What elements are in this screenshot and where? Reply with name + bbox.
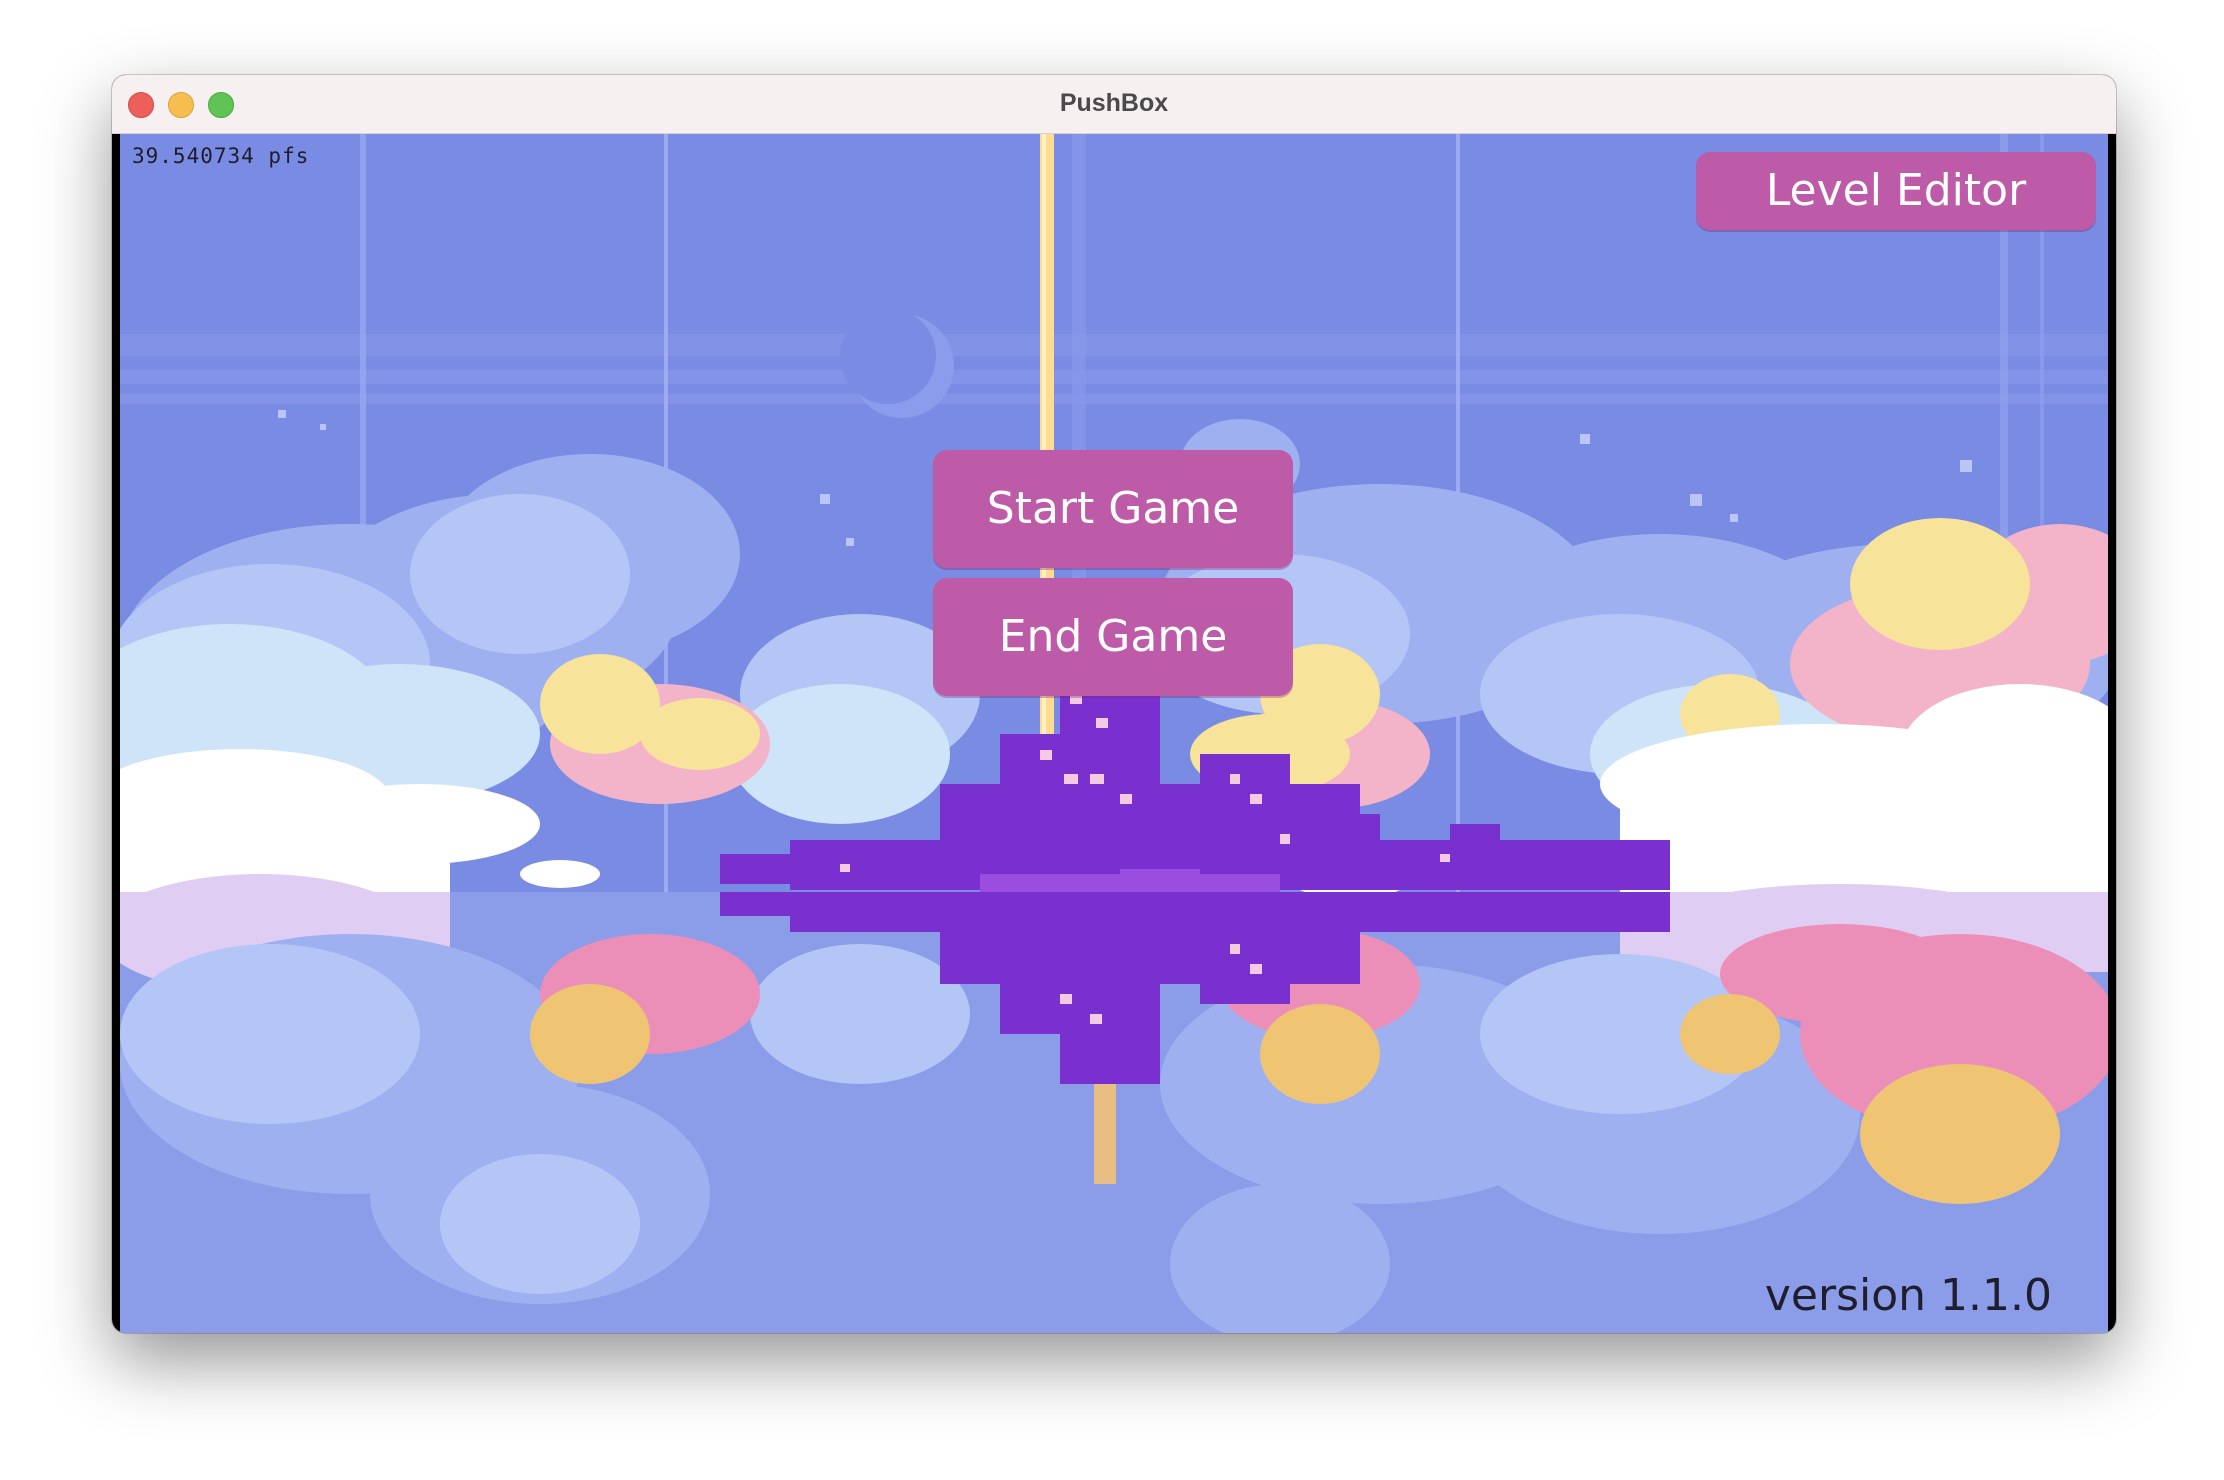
title-bar[interactable]: PushBox [112, 75, 2116, 134]
level-editor-button[interactable]: Level Editor [1696, 152, 2096, 230]
background-scene [120, 134, 2108, 1333]
window-title: PushBox [1059, 89, 1169, 117]
start-game-button[interactable]: Start Game [933, 450, 1293, 568]
game-viewport[interactable]: 39.540734 pfs Level Editor Start Game En… [120, 134, 2108, 1333]
version-label: version 1.1.0 [1764, 1270, 2052, 1321]
fps-counter: 39.540734 pfs [132, 144, 310, 168]
app-window: PushBox 39.540734 pfs Level Editor Start… [112, 75, 2116, 1333]
end-game-button[interactable]: End Game [933, 578, 1293, 696]
